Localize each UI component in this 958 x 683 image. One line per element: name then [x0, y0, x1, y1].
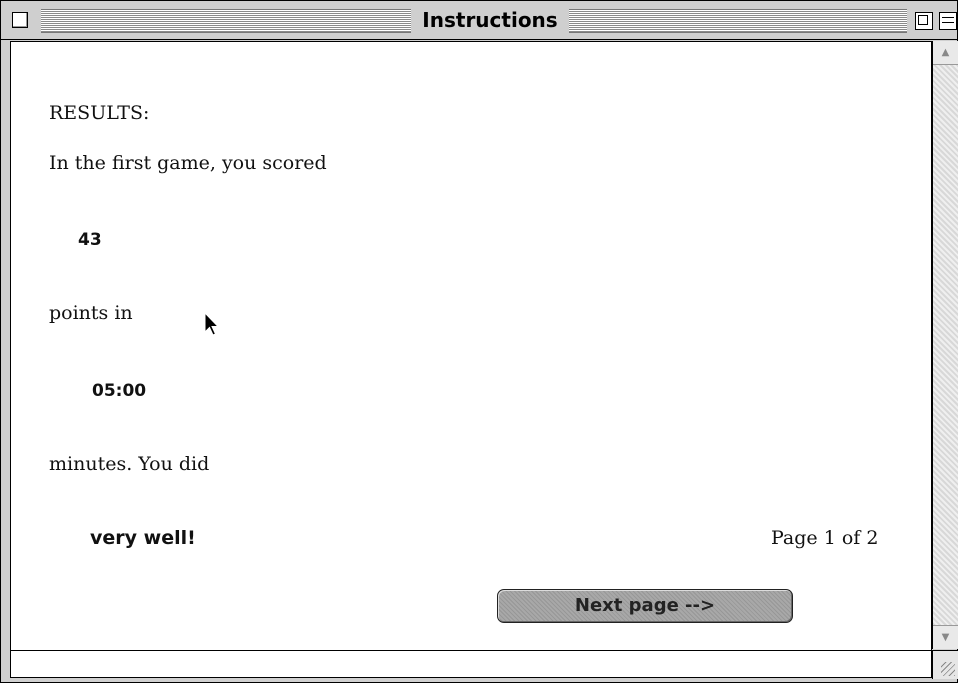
scroll-up-arrow-icon[interactable]: ▲ [933, 41, 958, 65]
bottom-bar [10, 650, 932, 678]
window-title: Instructions [422, 8, 558, 32]
content-area: RESULTS: In the first game, you scored 4… [10, 41, 932, 651]
rating-value: very well! [90, 527, 196, 549]
mouse-pointer-icon [204, 312, 220, 336]
instructions-window: Instructions RESULTS: In the first game,… [0, 0, 958, 683]
title-bar-stripes-right [569, 9, 907, 33]
points-in-text: points in [49, 302, 133, 324]
time-value: 05:00 [92, 381, 147, 401]
resize-grip-icon[interactable] [932, 650, 958, 679]
close-box-icon[interactable] [12, 12, 28, 28]
next-page-button[interactable]: Next page --> [497, 589, 793, 623]
minutes-text: minutes. You did [49, 453, 210, 475]
scroll-down-arrow-icon[interactable]: ▼ [933, 625, 958, 649]
results-heading: RESULTS: [49, 102, 150, 124]
title-bar-stripes-left [41, 9, 411, 33]
first-game-text: In the first game, you scored [49, 152, 327, 174]
vertical-scrollbar[interactable]: ▲ ▼ [932, 41, 958, 649]
title-bar[interactable]: Instructions [1, 1, 957, 40]
score-value: 43 [78, 230, 102, 250]
zoom-box-icon[interactable] [915, 12, 933, 30]
collapse-box-icon[interactable] [939, 12, 957, 30]
page-indicator: Page 1 of 2 [771, 527, 879, 549]
scroll-track[interactable] [933, 65, 958, 625]
